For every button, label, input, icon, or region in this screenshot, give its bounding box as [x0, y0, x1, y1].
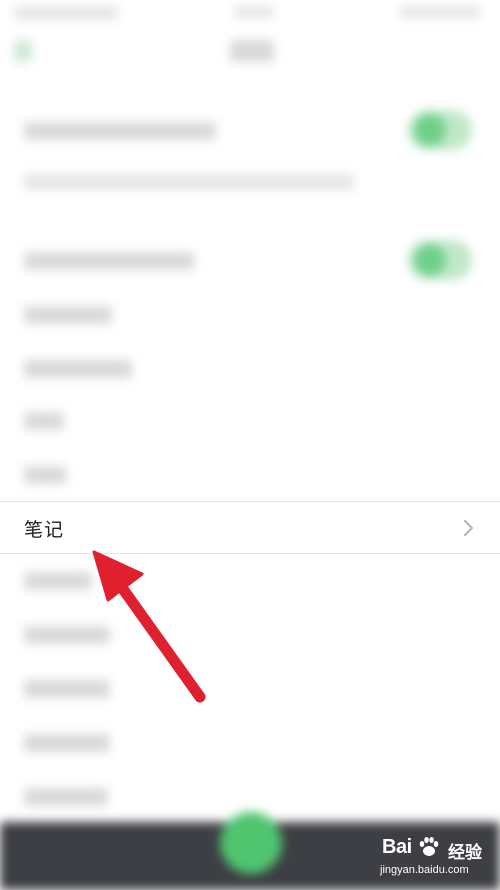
notes-setting-row[interactable]: 笔记	[0, 501, 500, 554]
watermark-brand-suffix: 经验	[448, 843, 482, 863]
setting-row-10	[24, 680, 110, 698]
status-bar-battery	[400, 6, 480, 18]
baidu-paw-icon	[419, 837, 439, 856]
status-bar-time	[14, 6, 118, 20]
setting-row-1-desc	[24, 174, 354, 190]
setting-row-2-title	[24, 252, 194, 270]
setting-row-1-title	[24, 122, 216, 140]
setting-row-12	[24, 788, 108, 806]
setting-row-4	[24, 360, 132, 378]
chevron-right-icon	[464, 520, 473, 536]
setting-row-8	[24, 572, 92, 590]
blurred-settings-background	[0, 0, 500, 890]
setting-row-3	[24, 306, 112, 324]
baidu-watermark: Bai 经验 jingyan.baidu.com	[378, 834, 496, 886]
setting-row-11	[24, 734, 110, 752]
page-title	[230, 40, 274, 62]
toggle-switch-2	[408, 240, 472, 280]
green-home-button	[220, 812, 282, 874]
setting-row-6	[24, 466, 66, 484]
setting-row-5	[24, 412, 64, 430]
watermark-brand: Bai	[382, 836, 412, 858]
status-bar-center	[234, 6, 274, 18]
back-icon	[14, 40, 32, 62]
toggle-switch-1	[408, 110, 472, 150]
notes-label: 笔记	[24, 519, 65, 541]
setting-row-9	[24, 626, 110, 644]
watermark-url: jingyan.baidu.com	[380, 864, 469, 876]
